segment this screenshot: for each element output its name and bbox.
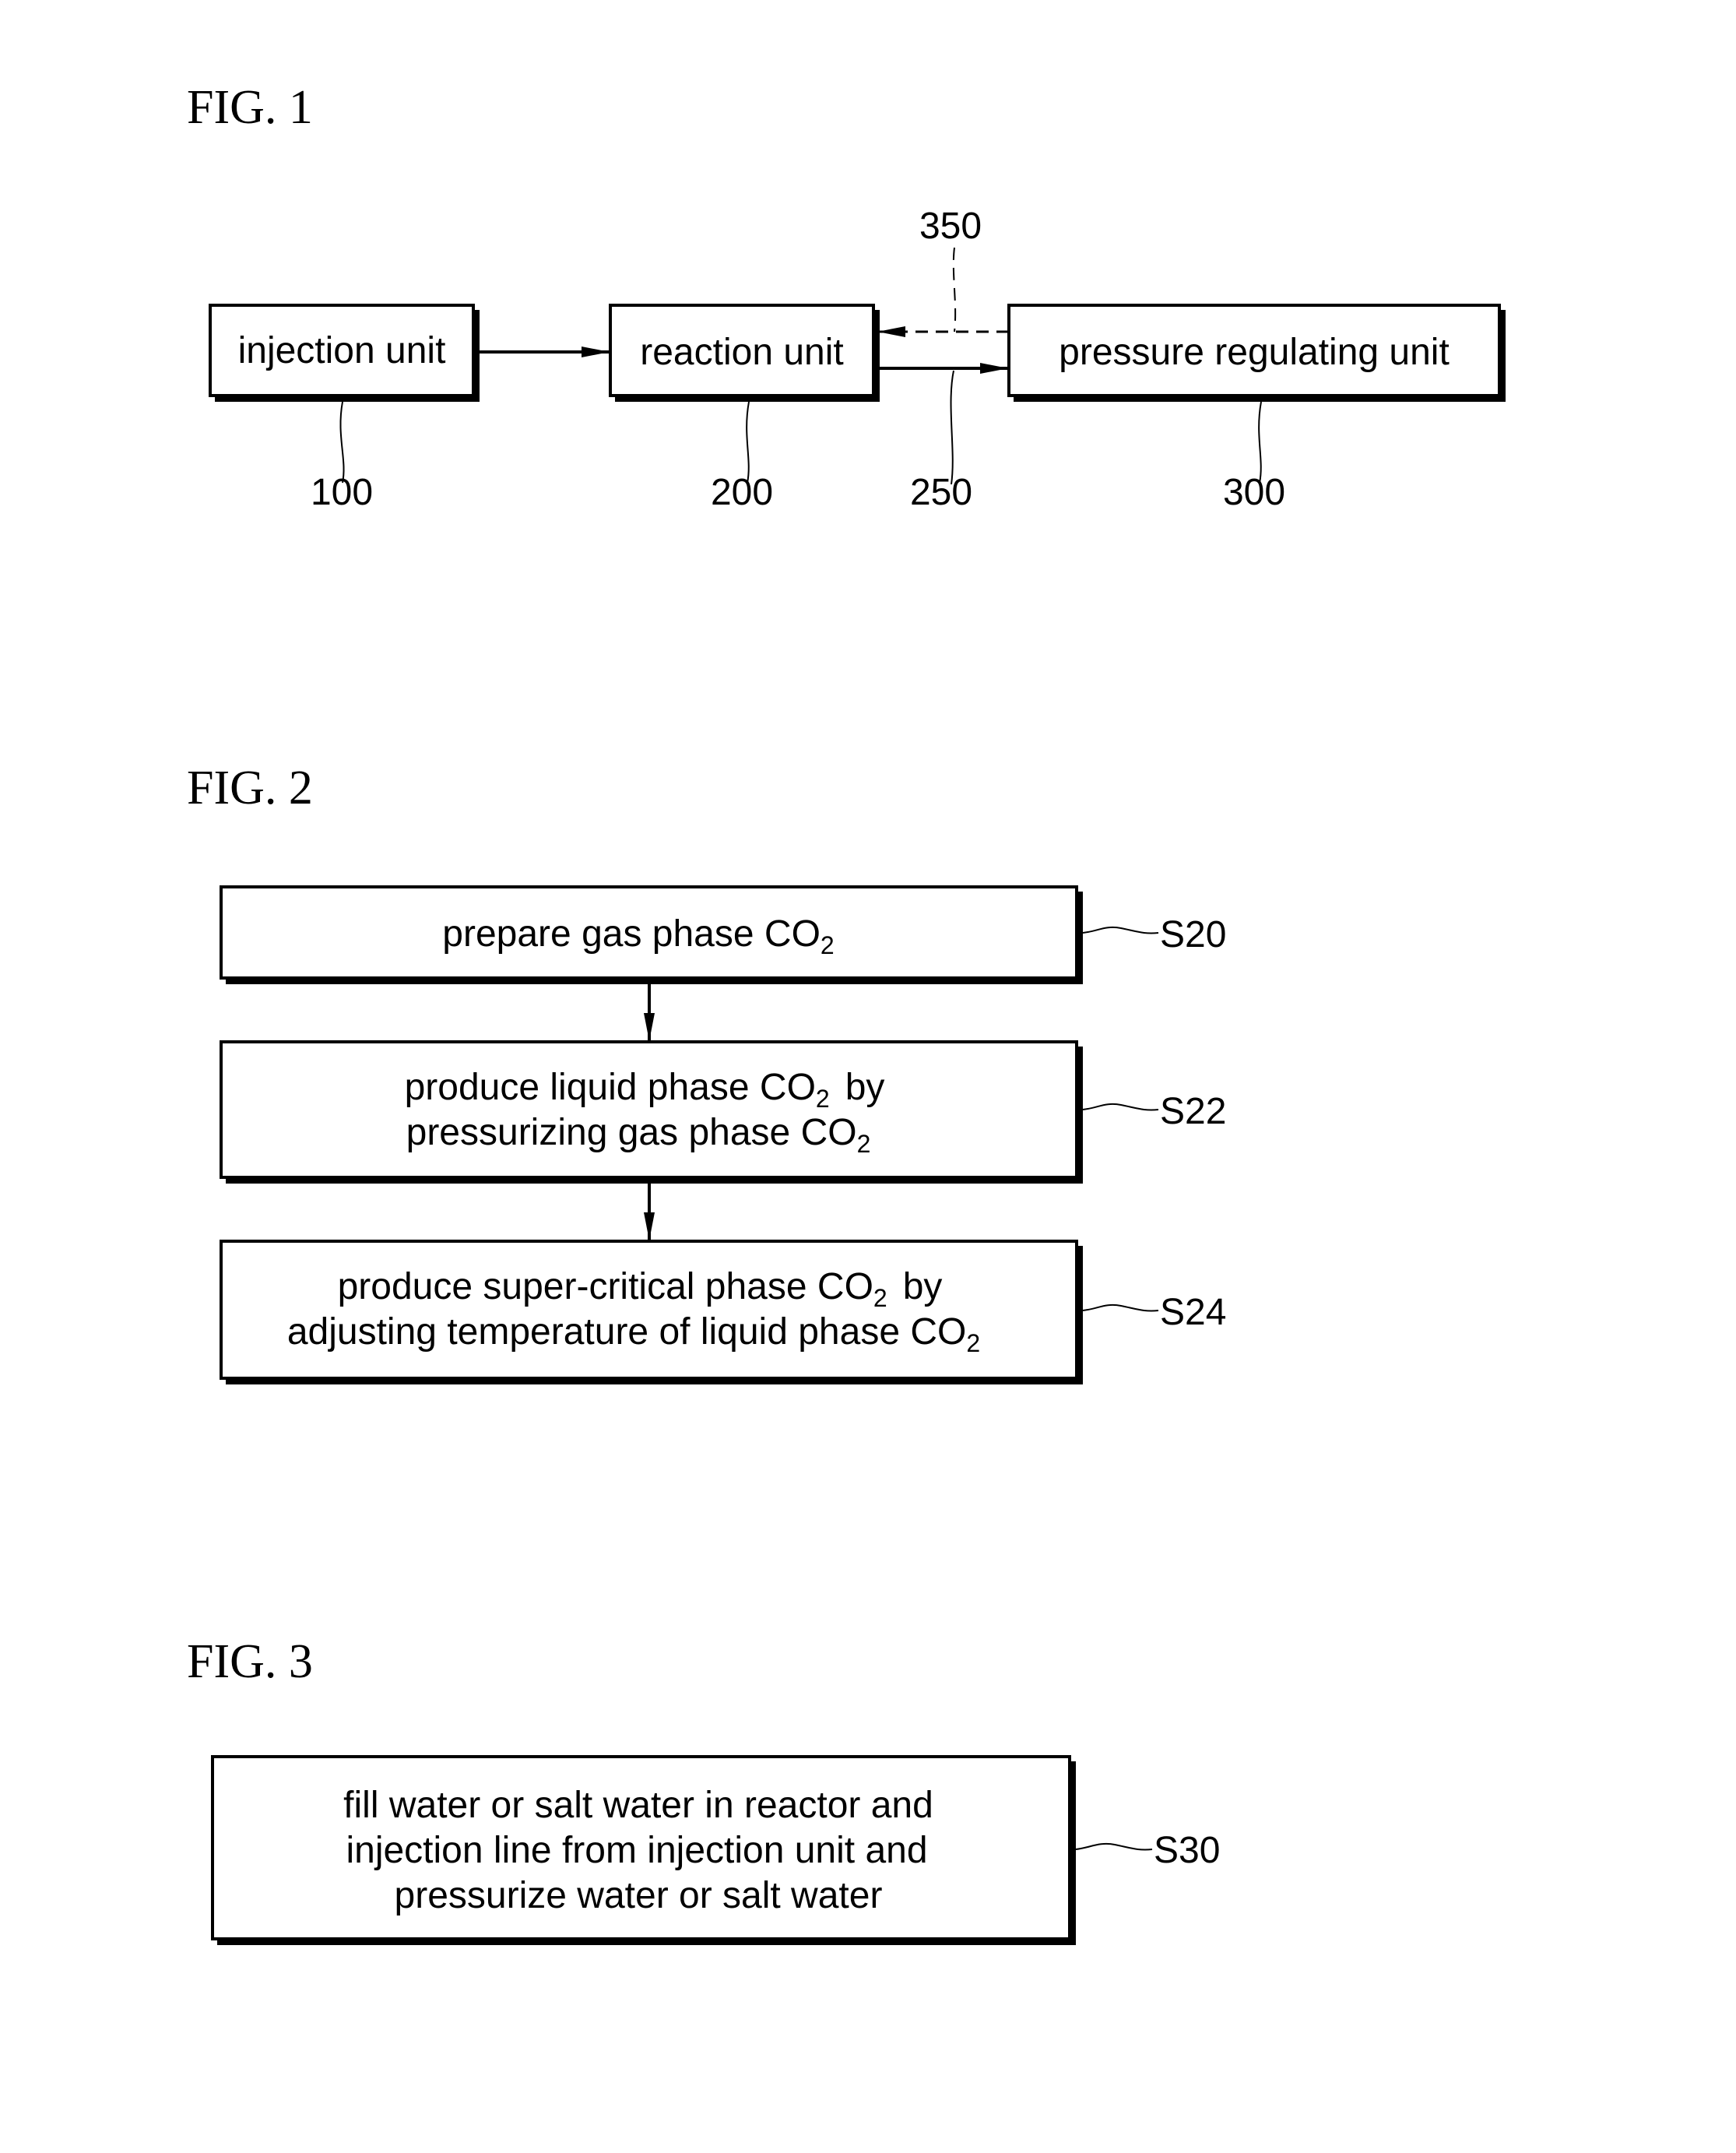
step-s30-line2: injection line from injection unit and xyxy=(346,1830,927,1871)
ref-leader-s22 xyxy=(1082,1103,1159,1111)
ref-leader-300 xyxy=(1258,401,1262,484)
step-s24-block: produce super-critical phase CO2 by adjus… xyxy=(220,1240,1083,1384)
step-s30-block: fill water or salt water in reactor and … xyxy=(211,1755,1076,1945)
step-s20-block: prepare gas phase CO2 xyxy=(220,885,1083,984)
injection-unit-label: injection unit xyxy=(238,330,446,371)
figure-3: FIG. 3 fill water or salt water in react… xyxy=(187,1635,1220,1945)
reaction-unit-block: reaction unit xyxy=(609,304,880,402)
ref-250: 250 xyxy=(910,472,972,513)
figure-1: FIG. 1 injection unit 100 reaction unit … xyxy=(187,81,1506,513)
ref-350: 350 xyxy=(919,206,982,247)
step-s20-text: prepare gas phase CO2 xyxy=(442,913,834,959)
pressure-regulating-unit-label: pressure regulating unit xyxy=(1059,332,1450,373)
step-s30-line3: pressurize water or salt water xyxy=(395,1875,883,1916)
ref-s24: S24 xyxy=(1160,1292,1226,1333)
ref-s30: S30 xyxy=(1154,1830,1220,1871)
ref-300: 300 xyxy=(1223,472,1285,513)
step-s24-line2: adjusting temperature of liquid phase CO… xyxy=(287,1311,980,1357)
ref-200: 200 xyxy=(711,472,773,513)
fig3-title: FIG. 3 xyxy=(187,1635,313,1688)
figure-2: FIG. 2 prepare gas phase CO2 S20 produce… xyxy=(187,762,1226,1384)
ref-leader-250 xyxy=(950,370,954,485)
ref-s20: S20 xyxy=(1160,914,1226,955)
fig1-title: FIG. 1 xyxy=(187,81,313,134)
ref-leader-200 xyxy=(746,401,750,484)
step-s30-line1: fill water or salt water in reactor and xyxy=(343,1785,933,1826)
reaction-unit-label: reaction unit xyxy=(640,332,844,373)
pressure-regulating-unit-block: pressure regulating unit xyxy=(1007,304,1506,402)
step-s22-line2: pressurizing gas phase CO2 xyxy=(406,1112,871,1158)
ref-leader-s30 xyxy=(1075,1842,1153,1851)
injection-unit-block: injection unit xyxy=(209,304,480,402)
ref-leader-350 xyxy=(952,247,957,332)
ref-100: 100 xyxy=(311,472,373,513)
step-s22-block: produce liquid phase CO2 by pressurizing … xyxy=(220,1040,1083,1184)
fig2-title: FIG. 2 xyxy=(187,762,313,814)
step-s24-line1: produce super-critical phase CO2 by xyxy=(338,1266,943,1312)
patent-drawing-sheet: FIG. 1 injection unit 100 reaction unit … xyxy=(187,81,1506,1945)
ref-leader-s24 xyxy=(1082,1303,1159,1312)
step-s22-line1: produce liquid phase CO2 by xyxy=(405,1067,885,1113)
ref-leader-s20 xyxy=(1082,926,1159,934)
ref-leader-100 xyxy=(339,401,345,484)
ref-s22: S22 xyxy=(1160,1091,1226,1132)
